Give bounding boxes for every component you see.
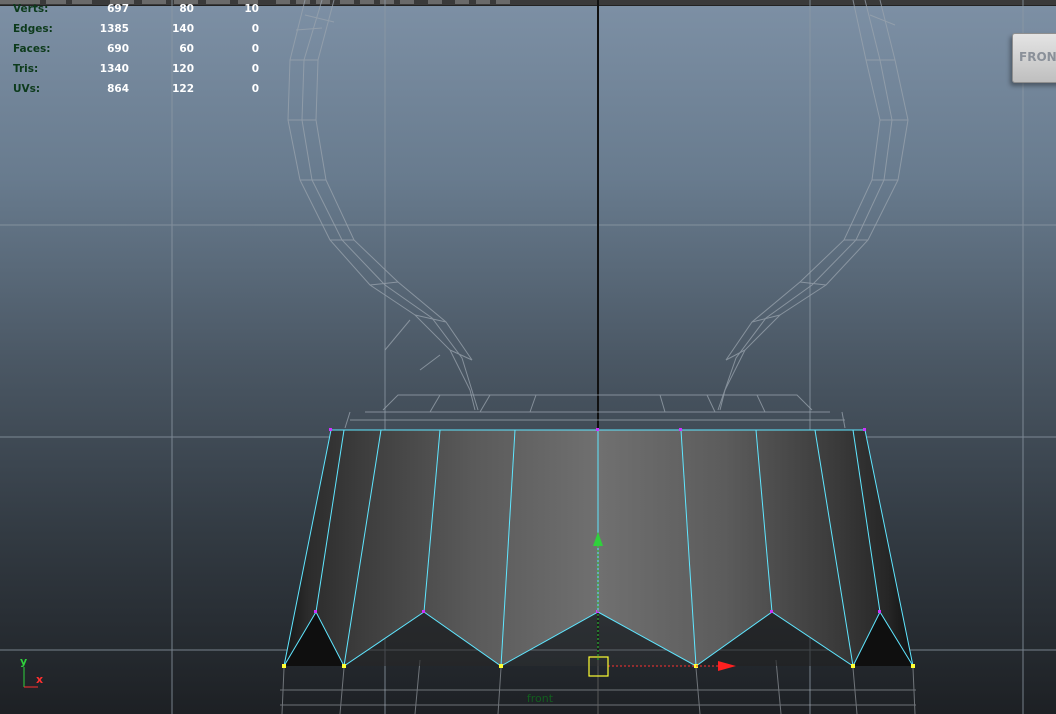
lower-wireframe <box>280 659 916 714</box>
hud-value: 0 <box>251 23 259 35</box>
perspective-viewport[interactable]: Verts: 697 80 10 Edges: 1385 140 0 Faces… <box>0 0 1056 714</box>
hud-label: Tris: <box>13 63 39 75</box>
hud-value: 1385 <box>99 23 129 35</box>
hud-value: 60 <box>179 43 194 55</box>
base-wireframe <box>344 394 846 429</box>
hud-row-edges: Edges: 1385 140 0 <box>0 23 270 41</box>
hud-value: 690 <box>107 43 129 55</box>
axis-x-label: x <box>36 673 44 686</box>
hud-value: 1340 <box>99 63 129 75</box>
view-cube-face-label[interactable]: FRONT <box>1019 50 1056 64</box>
hud-row-uvs: UVs: 864 122 0 <box>0 83 270 101</box>
hud-value: 0 <box>251 43 259 55</box>
hud-value: 122 <box>172 83 194 95</box>
scene-canvas[interactable] <box>0 0 1056 714</box>
hud-value: 864 <box>107 83 129 95</box>
handle-wireframe-left <box>287 0 479 411</box>
hud-value: 0 <box>251 83 259 95</box>
hud-value: 697 <box>107 3 129 15</box>
hud-value: 10 <box>244 3 259 15</box>
hud-label: Edges: <box>13 23 53 35</box>
hud-row-faces: Faces: 690 60 0 <box>0 43 270 61</box>
hud-label: UVs: <box>13 83 41 95</box>
hud-value: 0 <box>251 63 259 75</box>
hud-label: Faces: <box>13 43 51 55</box>
view-cube[interactable]: FRONT <box>1012 33 1056 83</box>
axis-y-label: y <box>20 655 28 668</box>
hud-value: 140 <box>172 23 194 35</box>
hud-value: 120 <box>172 63 194 75</box>
hud-label: Verts: <box>13 3 49 15</box>
hud-row-verts: Verts: 697 80 10 <box>0 3 270 21</box>
camera-name-label: front <box>526 692 554 705</box>
axis-gizmo: y x <box>14 655 54 695</box>
hud-value: 80 <box>179 3 194 15</box>
handle-wireframe-right <box>717 0 909 411</box>
hud-row-tris: Tris: 1340 120 0 <box>0 63 270 81</box>
